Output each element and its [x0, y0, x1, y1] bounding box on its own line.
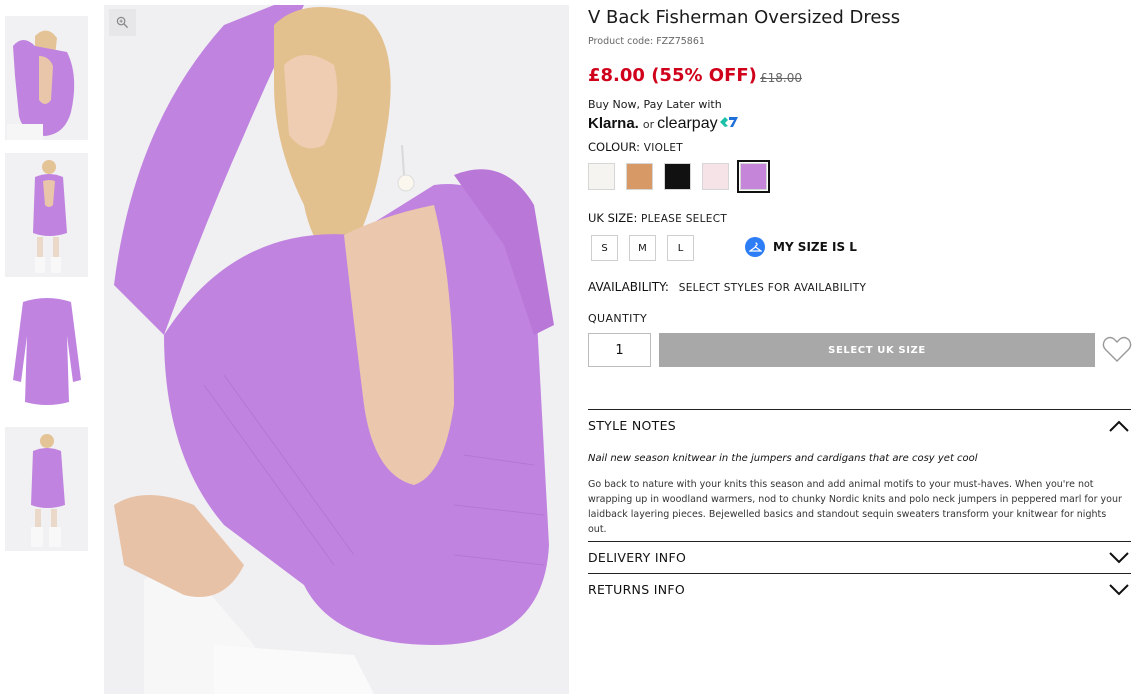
size-prompt: PLEASE SELECT [640, 213, 728, 225]
thumbnail-image [5, 427, 88, 551]
thumbnail-back-view[interactable] [5, 16, 88, 140]
quantity-label: QUANTITY [588, 312, 648, 325]
product-title: V Back Fisherman Oversized Dress [588, 7, 901, 28]
thumbnail-image [5, 153, 88, 277]
clearpay-arrows-icon [719, 113, 739, 132]
style-notes-toggle[interactable]: STYLE NOTES [588, 410, 1131, 441]
payment-logos: Klarna. or clearpay [588, 113, 739, 133]
payment-or: or [642, 118, 655, 131]
delivery-info-toggle[interactable]: DELIVERY INFO [588, 542, 1131, 573]
bnpl-text: Buy Now, Pay Later with [588, 98, 722, 111]
quantity-input[interactable] [588, 333, 651, 367]
my-size-link[interactable]: MY SIZE IS L [745, 237, 857, 257]
availability-key: AVAILABILITY: [588, 280, 669, 294]
delivery-info-title: DELIVERY INFO [588, 550, 687, 565]
style-notes-title: STYLE NOTES [588, 418, 676, 433]
swatch-black[interactable] [664, 163, 691, 190]
colour-key: COLOUR: [588, 140, 641, 154]
style-notes-section: STYLE NOTES Nail new season knitwear in … [588, 409, 1131, 537]
sale-price: £8.00 (55% OFF) [588, 65, 757, 86]
select-size-button[interactable]: SELECT UK SIZE [659, 333, 1095, 367]
thumbnail-front-view[interactable] [5, 427, 88, 551]
chevron-down-icon [1109, 583, 1129, 595]
returns-info-title: RETURNS INFO [588, 582, 685, 597]
size-option-s[interactable]: S [591, 235, 618, 261]
style-notes-intro: Nail new season knitwear in the jumpers … [588, 453, 978, 464]
product-code: Product code: FZZ75861 [588, 36, 705, 47]
klarna-logo[interactable]: Klarna. [588, 115, 639, 132]
colour-value: VIOLET [643, 142, 683, 154]
availability: AVAILABILITY: SELECT STYLES FOR AVAILABI… [588, 280, 866, 294]
size-key: UK SIZE: [588, 211, 638, 225]
heart-icon [1102, 336, 1132, 362]
returns-info-toggle[interactable]: RETURNS INFO [588, 574, 1131, 605]
colour-swatches [588, 160, 770, 193]
swatch-pink[interactable] [702, 163, 729, 190]
hanger-icon [745, 237, 765, 257]
colour-label: COLOUR: VIOLET [588, 140, 683, 154]
zoom-icon [116, 16, 129, 29]
my-size-text: MY SIZE IS L [773, 240, 857, 254]
style-notes-body: Go back to nature with your knits this s… [588, 479, 1122, 535]
size-option-l[interactable]: L [667, 235, 694, 261]
original-price: £18.00 [760, 71, 802, 85]
availability-value: SELECT STYLES FOR AVAILABILITY [678, 282, 867, 294]
thumbnail-image [5, 16, 88, 140]
returns-info-section: RETURNS INFO [588, 573, 1131, 605]
thumbnail-gallery [5, 16, 88, 564]
size-options: S M L [591, 235, 694, 261]
chevron-up-icon [1109, 420, 1129, 432]
swatch-camel[interactable] [626, 163, 653, 190]
chevron-down-icon [1109, 551, 1129, 563]
delivery-info-section: DELIVERY INFO [588, 541, 1131, 573]
product-photo [104, 5, 569, 694]
zoom-button[interactable] [109, 9, 136, 36]
thumbnail-flat-lay[interactable] [5, 290, 88, 414]
size-option-m[interactable]: M [629, 235, 656, 261]
swatch-white[interactable] [588, 163, 615, 190]
clearpay-logo[interactable]: clearpay [657, 115, 717, 133]
thumbnail-image [5, 290, 88, 414]
wishlist-button[interactable] [1102, 335, 1132, 363]
main-product-image[interactable] [104, 5, 569, 694]
size-label: UK SIZE: PLEASE SELECT [588, 211, 727, 225]
swatch-violet[interactable] [737, 160, 770, 193]
thumbnail-full-back[interactable] [5, 153, 88, 277]
